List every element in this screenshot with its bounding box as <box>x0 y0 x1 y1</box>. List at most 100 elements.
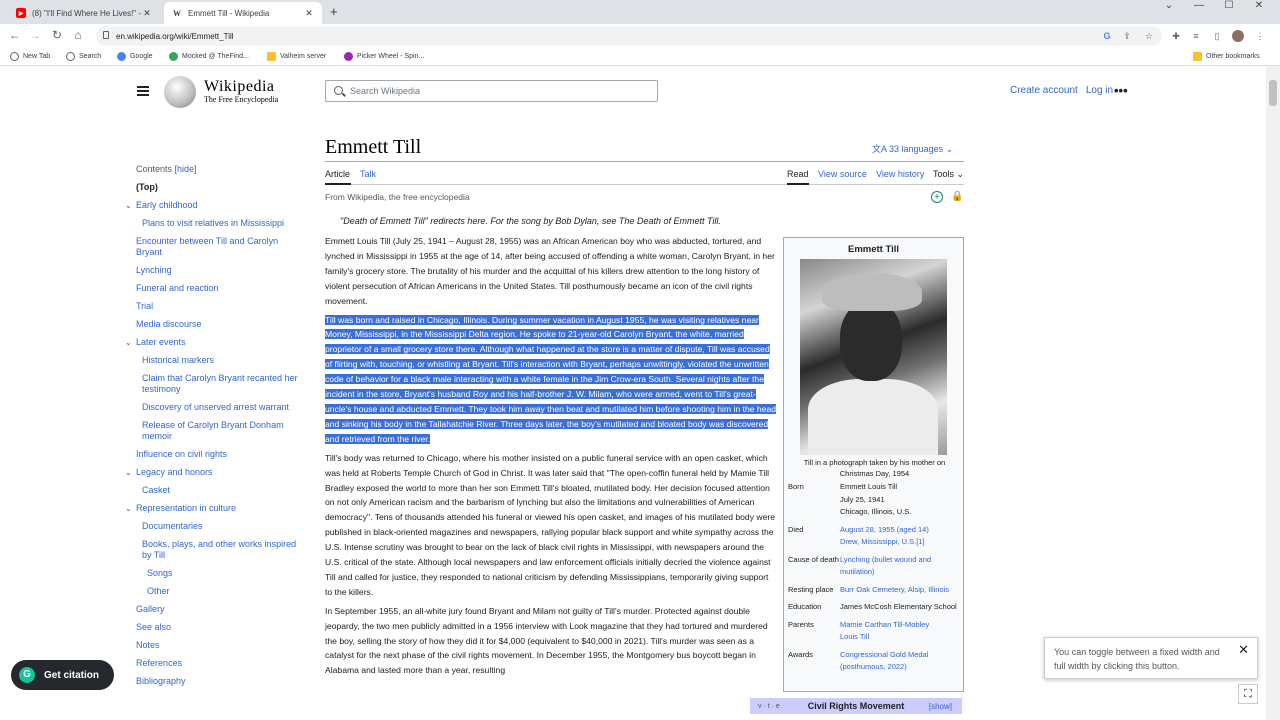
bookmark-valheim[interactable]: Valheim server <box>267 52 326 61</box>
minimize-button[interactable]: — <box>1184 0 1214 12</box>
language-button[interactable]: 文A 33 languages ⌄ <box>872 142 953 155</box>
toc-item[interactable]: Claim that Carolyn Bryant recanted her t… <box>120 373 300 395</box>
new-tab-button[interactable]: + <box>330 4 338 19</box>
toc-item[interactable]: Media discourse <box>120 319 300 330</box>
side-panel-icon[interactable]: ▯ <box>1211 30 1223 42</box>
toc-item[interactable]: Encounter between Till and Carolyn Bryan… <box>120 236 300 258</box>
toc-item[interactable]: See also <box>120 622 300 633</box>
main-menu-icon[interactable] <box>137 86 149 96</box>
navbox-vte[interactable]: v · t · e <box>758 703 780 710</box>
more-options-icon[interactable]: ••• <box>1114 83 1128 98</box>
bookmark-picker-wheel[interactable]: Picker Wheel - Spin... <box>344 52 424 61</box>
home-icon[interactable]: ⌂ <box>71 28 85 42</box>
tab-read[interactable]: Read <box>787 169 809 179</box>
menu-icon[interactable]: ⋮ <box>1254 30 1266 42</box>
full-width-toggle-icon[interactable]: ⛶ <box>1238 684 1258 704</box>
avatar[interactable] <box>1232 30 1244 42</box>
toc-item[interactable]: Casket <box>120 485 300 496</box>
get-citation-button[interactable]: G Get citation <box>11 660 114 690</box>
toc-item[interactable]: Historical markers <box>120 355 300 366</box>
toc-heading: Contents [hide] <box>136 164 300 174</box>
toc-hide-link[interactable]: [hide] <box>175 164 197 174</box>
tooltip-text: You can toggle between a fixed width and… <box>1054 647 1220 671</box>
tab-tools[interactable]: Tools ⌄ <box>933 169 964 180</box>
share-icon[interactable]: ⇪ <box>1121 30 1133 42</box>
tab-talk[interactable]: Talk <box>360 169 376 179</box>
photo-caption: Till in a photograph taken by his mother… <box>803 458 946 478</box>
infobox-label: Born <box>788 482 804 491</box>
tabs-divider <box>325 184 964 185</box>
toc-item[interactable]: Influence on civil rights <box>120 449 300 460</box>
toc-item[interactable]: Bibliography <box>120 676 300 687</box>
browser-tab-wikipedia[interactable]: W Emmett Till - Wikipedia ✕ <box>164 2 322 24</box>
toc-item[interactable]: Trial <box>120 301 300 312</box>
bookmark-new-tab[interactable]: New Tab <box>10 52 50 61</box>
navbox-show-link[interactable]: [show] <box>929 702 952 711</box>
close-window-button[interactable]: ✕ <box>1244 0 1274 12</box>
chevron-down-icon[interactable]: ⌄ <box>125 467 132 478</box>
youtube-icon: ▶ <box>16 8 26 18</box>
media-icon[interactable]: ≡ <box>1190 30 1202 42</box>
toc-item[interactable]: Gallery <box>120 604 300 615</box>
toc-item[interactable]: Discovery of unserved arrest warrant <box>120 402 300 413</box>
tab-search-icon[interactable]: ⌄ <box>1154 0 1184 12</box>
toc-item-label: Discovery of unserved arrest warrant <box>142 402 290 412</box>
lead-paragraph-3: Till's body was returned to Chicago, whe… <box>325 452 776 597</box>
wikipedia-wordmark[interactable]: Wikipedia <box>204 78 275 96</box>
bookmark-other[interactable]: Other bookmarks <box>1193 52 1260 61</box>
url-text: en.wikipedia.org/wiki/Emmett_Till <box>116 31 234 41</box>
tools-label: Tools <box>933 169 955 179</box>
page-scrollbar[interactable] <box>1266 66 1280 720</box>
toc-item[interactable]: (Top) <box>120 182 300 193</box>
tab-view-source[interactable]: View source <box>818 169 867 179</box>
chevron-down-icon[interactable]: ⌄ <box>125 200 132 211</box>
protected-lock-icon[interactable]: 🔒 <box>951 191 963 203</box>
reload-icon[interactable]: ↻ <box>50 28 64 42</box>
search-input[interactable]: Search Wikipedia <box>325 80 658 102</box>
maximize-button[interactable]: ☐ <box>1214 0 1244 12</box>
bookmark-google[interactable]: Google <box>117 52 153 61</box>
create-account-link[interactable]: Create account <box>1010 85 1078 96</box>
toc-item[interactable]: ⌄ Early childhood <box>120 200 300 211</box>
toc-item[interactable]: Release of Carolyn Bryant Donham memoir <box>120 420 300 442</box>
wikipedia-logo[interactable] <box>164 76 196 108</box>
portrait-photo[interactable] <box>800 259 947 455</box>
bookmark-mocked[interactable]: Mocked @ TheFind... <box>169 52 249 61</box>
toc-item[interactable]: Books, plays, and other works inspired b… <box>120 539 300 561</box>
good-article-icon[interactable]: + <box>931 191 943 203</box>
close-tab-icon[interactable]: ✕ <box>304 8 314 19</box>
scrollbar-thumb[interactable] <box>1269 80 1277 106</box>
bookmark-star-icon[interactable]: ☆ <box>1143 30 1155 42</box>
toc-item[interactable]: References <box>120 658 300 669</box>
bookmark-label: Google <box>130 53 153 60</box>
close-icon[interactable]: ✕ <box>1238 643 1249 657</box>
toc-item[interactable]: ⌄ Later events <box>120 337 300 348</box>
globe-icon <box>10 52 19 61</box>
login-link[interactable]: Log in <box>1086 85 1113 96</box>
toc-item[interactable]: Documentaries <box>120 521 300 532</box>
toc-item[interactable]: Plans to visit relatives in Mississippi <box>120 218 300 229</box>
citation-label: Get citation <box>44 669 100 681</box>
tab-view-history[interactable]: View history <box>876 169 924 179</box>
google-icon[interactable]: G <box>1101 30 1113 42</box>
extensions-icon[interactable]: ✚ <box>1170 30 1182 42</box>
toc-item[interactable]: Other <box>120 586 300 597</box>
toc-item-label: Trial <box>136 301 154 311</box>
toc-item[interactable]: Songs <box>120 568 300 579</box>
infobox-rows: Born Emmett Louis Till July 25, 1941 Chic… <box>788 481 963 679</box>
browser-tab-youtube[interactable]: ▶ (8) "I'll Find Where He Lives!" - M ✕ <box>8 2 160 24</box>
navbox-civil-rights[interactable]: v · t · e Civil Rights Movement [show] <box>750 698 962 714</box>
close-tab-icon[interactable]: ✕ <box>142 8 152 19</box>
forward-icon[interactable]: → <box>28 28 42 42</box>
toc-item[interactable]: ⌄ Representation in culture <box>120 503 300 514</box>
address-bar[interactable]: en.wikipedia.org/wiki/Emmett_Till <box>96 26 1162 46</box>
toc-item[interactable]: Notes <box>120 640 300 651</box>
toc-item[interactable]: Lynching <box>120 265 300 276</box>
toc-item[interactable]: ⌄ Legacy and honors <box>120 467 300 478</box>
toc-item[interactable]: Funeral and reaction <box>120 283 300 294</box>
chevron-down-icon[interactable]: ⌄ <box>125 337 132 348</box>
tab-article[interactable]: Article <box>325 169 350 179</box>
back-icon[interactable]: ← <box>8 28 22 42</box>
bookmark-search[interactable]: Search <box>66 52 101 61</box>
chevron-down-icon[interactable]: ⌄ <box>125 503 132 514</box>
